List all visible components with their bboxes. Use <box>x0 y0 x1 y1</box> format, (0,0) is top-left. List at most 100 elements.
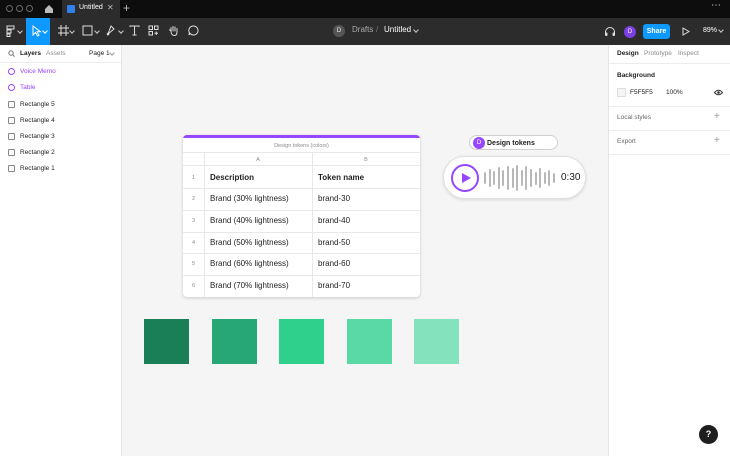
table-cell[interactable]: brand-70 <box>318 281 350 290</box>
tab-inspect[interactable]: Inspect <box>678 50 699 57</box>
add-export-plus-icon[interactable]: + <box>714 135 720 146</box>
color-swatch-rectangle[interactable] <box>279 319 324 364</box>
waveform-bar <box>553 172 555 184</box>
table-cell[interactable]: brand-50 <box>318 238 350 247</box>
table-cell[interactable]: brand-40 <box>318 216 350 225</box>
table-cell[interactable]: Brand (60% lightness) <box>210 259 289 268</box>
resources-tool[interactable] <box>147 18 161 45</box>
eye-icon[interactable] <box>714 89 723 96</box>
window-maximize-dot[interactable] <box>26 5 33 12</box>
help-button[interactable]: ? <box>699 425 718 444</box>
background-color-swatch[interactable] <box>617 88 626 97</box>
play-button[interactable] <box>451 164 479 192</box>
window-close-dot[interactable] <box>6 5 13 12</box>
tab-prototype[interactable]: Prototype <box>644 50 672 57</box>
table-gridline <box>183 152 420 153</box>
color-swatch-rectangle[interactable] <box>414 319 459 364</box>
table-cell[interactable]: Description <box>210 173 254 182</box>
column-header-a[interactable]: A <box>204 157 312 163</box>
tab-layers[interactable]: Layers <box>20 50 41 57</box>
move-tool[interactable] <box>26 18 50 45</box>
layer-voice-memo[interactable]: Voice Memo <box>0 65 121 79</box>
text-tool[interactable] <box>128 18 142 45</box>
more-menu-icon[interactable]: ⋯ <box>711 0 722 11</box>
waveform-bar <box>539 167 542 189</box>
home-icon[interactable] <box>44 4 54 14</box>
color-swatch-rectangle[interactable] <box>144 319 189 364</box>
layer-rectangle-1[interactable]: Rectangle 1 <box>0 162 121 176</box>
component-icon <box>8 84 15 91</box>
table-gridline <box>183 188 420 189</box>
user-avatar[interactable]: D <box>624 26 636 38</box>
pen-tool[interactable] <box>103 18 125 45</box>
table-gridline <box>183 232 420 233</box>
present-play-icon[interactable] <box>682 27 690 36</box>
chevron-down-icon[interactable] <box>109 50 115 56</box>
cursor-icon <box>32 25 42 37</box>
file-tab[interactable]: Untitled ✕ <box>62 0 120 18</box>
rectangle-icon <box>8 149 15 156</box>
table-cell[interactable]: Brand (50% lightness) <box>210 238 289 247</box>
search-icon[interactable] <box>8 50 15 57</box>
divider <box>609 154 730 155</box>
table-cell[interactable]: Token name <box>318 173 364 182</box>
waveform-bar <box>548 170 551 186</box>
add-style-plus-icon[interactable]: + <box>714 111 720 122</box>
layer-rectangle-5[interactable]: Rectangle 5 <box>0 98 121 112</box>
headphones-icon[interactable] <box>604 26 616 37</box>
row-number: 2 <box>191 196 196 202</box>
divider <box>609 130 730 131</box>
page-selector[interactable]: Page 1 <box>89 50 110 57</box>
rectangle-icon <box>8 133 15 140</box>
waveform-bar <box>502 169 505 187</box>
table-cell[interactable]: Brand (30% lightness) <box>210 194 289 203</box>
background-opacity-value[interactable]: 100% <box>666 89 683 96</box>
comment-icon <box>188 25 199 36</box>
tab-assets[interactable]: Assets <box>46 50 66 57</box>
waveform-bar <box>543 172 546 184</box>
color-swatch-rectangle[interactable] <box>212 319 257 364</box>
layer-table[interactable]: Table <box>0 81 121 95</box>
design-tokens-table[interactable]: Design tokens (colors) A B 1 Description… <box>183 135 420 297</box>
window-minimize-dot[interactable] <box>16 5 23 12</box>
hand-tool[interactable] <box>167 18 181 45</box>
voice-memo-title-chip[interactable]: D Design tokens <box>469 135 558 150</box>
layers-panel-header: Layers Assets Page 1 <box>0 45 121 63</box>
column-header-b[interactable]: B <box>312 157 420 163</box>
local-styles-section-title: Local styles <box>617 114 651 121</box>
main-menu-button[interactable] <box>0 18 26 45</box>
table-gridline <box>183 253 420 254</box>
divider <box>609 106 730 107</box>
table-cell[interactable]: brand-60 <box>318 259 350 268</box>
background-hex-value[interactable]: F5F5F5 <box>630 89 653 96</box>
zoom-level[interactable]: 89% <box>703 27 717 34</box>
layer-rectangle-4[interactable]: Rectangle 4 <box>0 114 121 128</box>
file-icon <box>67 5 75 13</box>
waveform-bar <box>530 168 532 188</box>
shape-tool[interactable] <box>79 18 101 45</box>
file-name[interactable]: Untitled <box>384 25 411 34</box>
rectangle-icon <box>8 165 15 172</box>
frame-icon <box>58 25 69 36</box>
rectangle-icon <box>8 101 15 108</box>
layer-rectangle-2[interactable]: Rectangle 2 <box>0 146 121 160</box>
layer-rectangle-3[interactable]: Rectangle 3 <box>0 130 121 144</box>
color-swatch-rectangle[interactable] <box>347 319 392 364</box>
layer-name: Rectangle 3 <box>20 133 55 140</box>
breadcrumb-folder[interactable]: Drafts <box>352 25 373 34</box>
comment-tool[interactable] <box>187 18 201 45</box>
waveform-bar <box>497 166 500 190</box>
team-avatar[interactable]: D <box>333 25 345 37</box>
new-tab-button[interactable]: + <box>123 1 130 15</box>
layer-name: Rectangle 4 <box>20 117 55 124</box>
table-cell[interactable]: Brand (70% lightness) <box>210 281 289 290</box>
close-tab-icon[interactable]: ✕ <box>107 3 114 12</box>
voice-memo-player[interactable]: 0:30 <box>443 156 586 199</box>
rectangle-icon <box>8 117 15 124</box>
frame-tool[interactable] <box>54 18 76 45</box>
table-cell[interactable]: brand-30 <box>318 194 350 203</box>
title-bar: Untitled ✕ + ⋯ <box>0 0 730 18</box>
share-button[interactable]: Share <box>643 24 670 39</box>
table-cell[interactable]: Brand (40% lightness) <box>210 216 289 225</box>
tab-design[interactable]: Design <box>617 50 639 57</box>
